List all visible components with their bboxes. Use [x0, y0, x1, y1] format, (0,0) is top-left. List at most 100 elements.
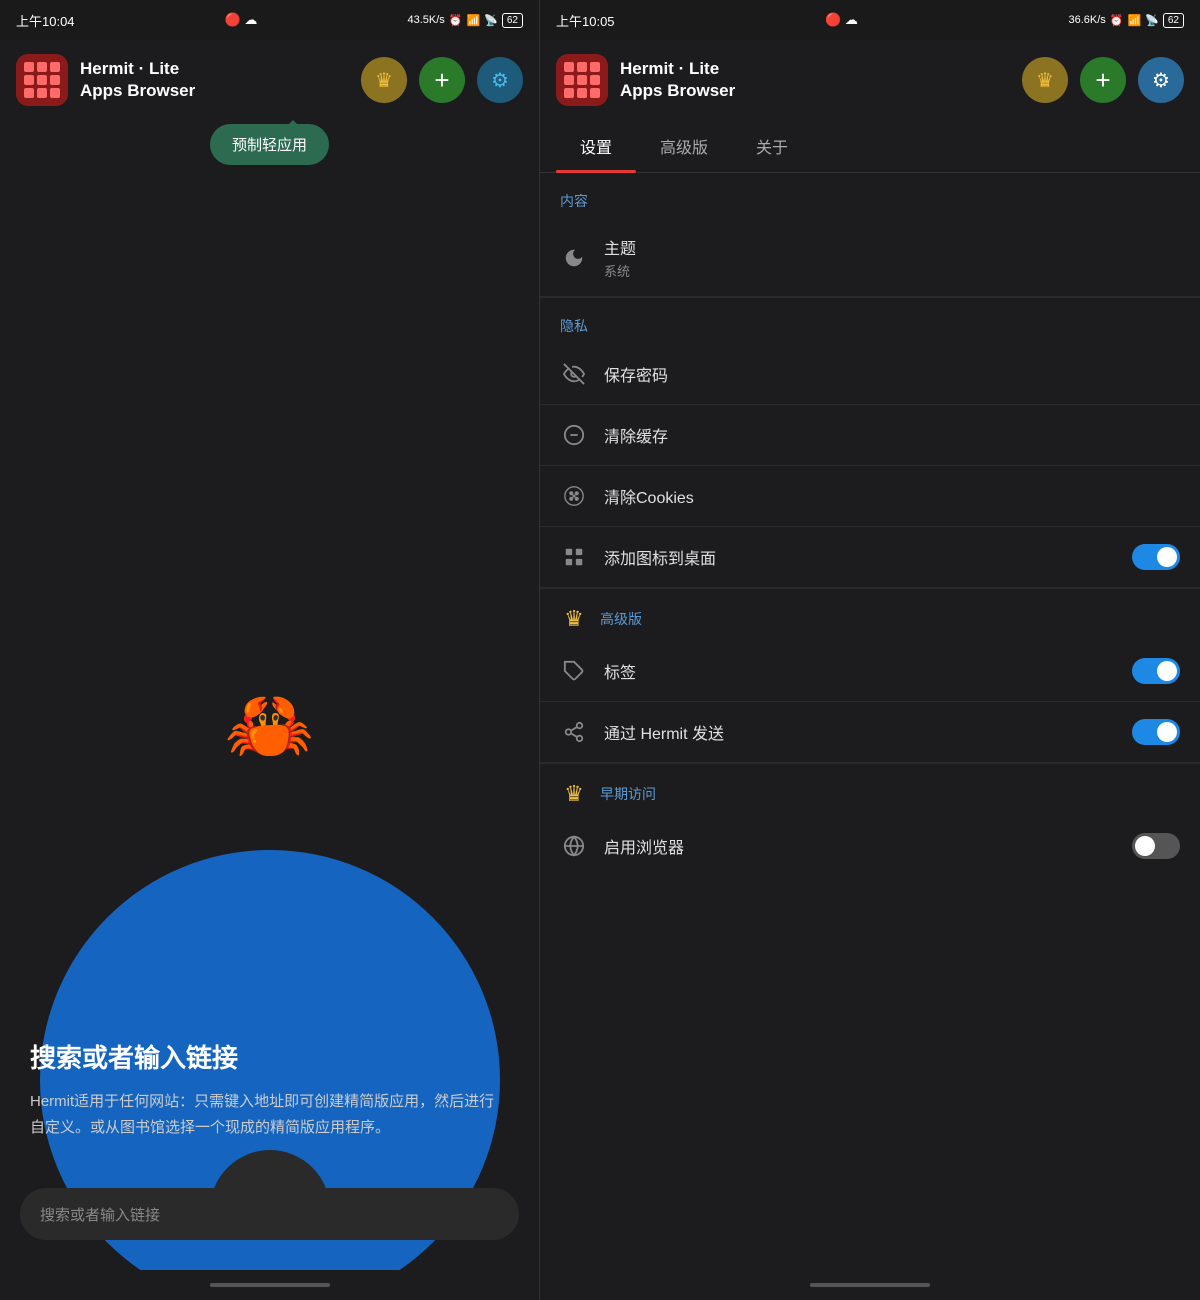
right-status-bar: 上午10:05 🔴 ☁ 36.6K/s ⏰ 📶 📡 62: [540, 0, 1200, 40]
add-button-left[interactable]: +: [419, 57, 465, 103]
section-early-access-header: ♛ 早期访问: [540, 764, 1200, 816]
right-status-icons: 36.6K/s ⏰ 📶 📡 62: [1068, 13, 1184, 28]
signal-icon: 📶: [466, 14, 480, 27]
home-indicator-right: [810, 1283, 930, 1287]
enable-browser-text: 启用浏览器: [604, 834, 1116, 858]
add-to-desktop-text: 添加图标到桌面: [604, 545, 1116, 569]
left-content: 🦀 搜索或者输入链接 Hermit适用于任何网站：只需键入地址即可创建精简版应用…: [0, 180, 539, 1270]
right-signal-icon: 📶: [1127, 14, 1141, 27]
grid-dot: [50, 75, 60, 85]
right-notification-icons: 🔴 ☁: [825, 12, 858, 28]
share-icon: [560, 718, 588, 746]
description-block: 搜索或者输入链接 Hermit适用于任何网站：只需键入地址即可创建精简版应用，然…: [30, 1038, 509, 1140]
setting-enable-browser[interactable]: 启用浏览器: [540, 816, 1200, 876]
description-title: 搜索或者输入链接: [30, 1038, 509, 1075]
theme-icon: [560, 244, 588, 272]
section-premium-header: ♛ 高级版: [540, 589, 1200, 641]
tooltip-area: 预制轻应用: [0, 120, 539, 180]
tab-premium[interactable]: 高级版: [636, 120, 732, 172]
setting-clear-cache[interactable]: 清除缓存: [540, 405, 1200, 466]
right-panel: 上午10:05 🔴 ☁ 36.6K/s ⏰ 📶 📡 62 Hermit · Li…: [540, 0, 1200, 1300]
setting-tabs[interactable]: 标签: [540, 641, 1200, 702]
left-bottom-indicator: [0, 1270, 539, 1300]
setting-save-password[interactable]: 保存密码: [540, 344, 1200, 405]
cookie-icon: [560, 482, 588, 510]
grid-dot: [37, 88, 47, 98]
search-placeholder: 搜索或者输入链接: [40, 1204, 160, 1225]
send-via-hermit-toggle[interactable]: [1132, 719, 1180, 745]
enable-browser-toggle[interactable]: [1132, 833, 1180, 859]
add-icon-left: +: [434, 65, 449, 96]
setting-send-via-hermit[interactable]: 通过 Hermit 发送: [540, 702, 1200, 763]
grid-dot: [564, 75, 574, 85]
left-app-header: Hermit · Lite Apps Browser ♛ + ⚙: [0, 40, 539, 120]
right-wifi-icon: 📡: [1145, 14, 1159, 27]
settings-button-right[interactable]: ⚙: [1138, 57, 1184, 103]
grid-dot: [577, 75, 587, 85]
tabs-toggle[interactable]: [1132, 658, 1180, 684]
tooltip-bubble: 预制轻应用: [210, 124, 329, 165]
toggle-thumb: [1157, 661, 1177, 681]
right-app-icon-grid[interactable]: [556, 54, 608, 106]
grid-dot: [590, 62, 600, 72]
tabs-setting-text: 标签: [604, 659, 1116, 683]
minus-circle-icon: [560, 421, 588, 449]
right-alarm-icon: ⏰: [1110, 14, 1124, 27]
grid-dot: [24, 88, 34, 98]
crab-mascot: 🦀: [225, 683, 315, 768]
right-bottom-indicator: [540, 1270, 1200, 1300]
left-notification-icons: 🔴 ☁: [225, 12, 258, 28]
setting-theme[interactable]: 主题 系统: [540, 219, 1200, 297]
right-time: 上午10:05: [556, 11, 615, 30]
left-time: 上午10:04: [16, 11, 75, 30]
right-speed: 36.6K/s: [1068, 14, 1105, 26]
app-title-left: Hermit · Lite Apps Browser: [80, 58, 349, 102]
toggle-thumb: [1135, 836, 1155, 856]
premium-button-left[interactable]: ♛: [361, 57, 407, 103]
setting-clear-cookies[interactable]: 清除Cookies: [540, 466, 1200, 527]
clear-cookies-text: 清除Cookies: [604, 484, 1180, 508]
right-app-header: Hermit · Lite Apps Browser ♛ + ⚙: [540, 40, 1200, 120]
grid-dot: [577, 62, 587, 72]
grid-dot: [590, 75, 600, 85]
left-status-icons: 43.5K/s ⏰ 📶 📡 62: [407, 13, 523, 28]
settings-button-left[interactable]: ⚙: [477, 57, 523, 103]
toggle-thumb: [1157, 547, 1177, 567]
battery-icon: 62: [502, 13, 523, 28]
crown-icon-right: ♛: [1036, 68, 1054, 93]
settings-tabs: 设置 高级版 关于: [540, 120, 1200, 173]
add-button-right[interactable]: +: [1080, 57, 1126, 103]
settings-list: 内容 主题 系统 隐私: [540, 173, 1200, 1270]
premium-button-right[interactable]: ♛: [1022, 57, 1068, 103]
grid-dot: [564, 62, 574, 72]
tab-settings[interactable]: 设置: [556, 120, 636, 172]
add-icon-right: +: [1095, 65, 1110, 96]
grid-dot: [24, 62, 34, 72]
save-password-text: 保存密码: [604, 362, 1180, 386]
tab-about[interactable]: 关于: [732, 120, 812, 172]
eye-slash-icon: [560, 360, 588, 388]
description-body: Hermit适用于任何网站：只需键入地址即可创建精简版应用，然后进行自定义。或从…: [30, 1089, 509, 1140]
grid-dot: [590, 88, 600, 98]
section-privacy-header: 隐私: [540, 298, 1200, 344]
app-icon-grid[interactable]: [16, 54, 68, 106]
grid-dot: [50, 88, 60, 98]
wifi-icon: 📡: [484, 14, 498, 27]
setting-add-to-desktop[interactable]: 添加图标到桌面: [540, 527, 1200, 588]
grid-dot: [37, 62, 47, 72]
globe-icon: [560, 832, 588, 860]
crown-icon-left: ♛: [375, 68, 393, 93]
left-panel: 上午10:04 🔴 ☁ 43.5K/s ⏰ 📶 📡 62 Hermit · Li…: [0, 0, 540, 1300]
theme-text: 主题 系统: [604, 235, 1180, 280]
app-title-right: Hermit · Lite Apps Browser: [620, 58, 1010, 102]
section-content-header: 内容: [540, 173, 1200, 219]
right-battery-icon: 62: [1163, 13, 1184, 28]
home-indicator-left: [210, 1283, 330, 1287]
add-to-desktop-toggle[interactable]: [1132, 544, 1180, 570]
clear-cache-text: 清除缓存: [604, 423, 1180, 447]
alarm-icon: ⏰: [449, 14, 463, 27]
toggle-thumb: [1157, 722, 1177, 742]
crown-section-icon: ♛: [560, 605, 588, 633]
crown-early-icon: ♛: [560, 780, 588, 808]
search-bar-bottom[interactable]: 搜索或者输入链接: [20, 1188, 519, 1240]
